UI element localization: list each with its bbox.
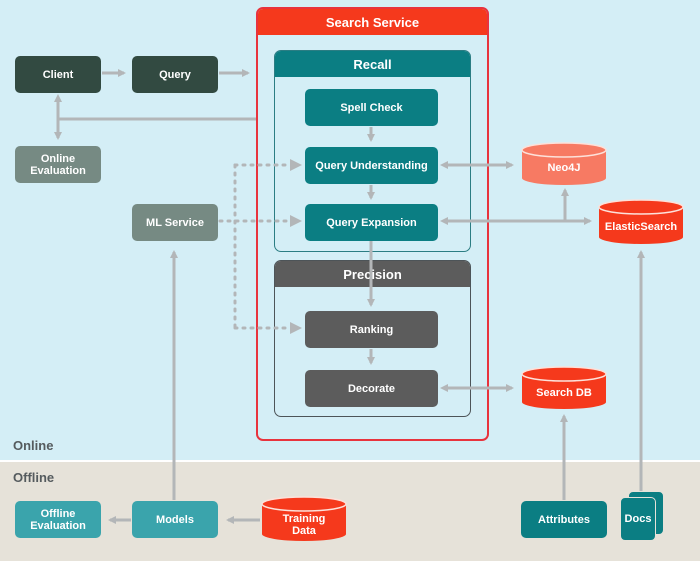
- online-zone-label: Online: [13, 438, 54, 453]
- elasticsearch-label: ElasticSearch: [604, 221, 678, 233]
- recall-title: Recall: [275, 51, 470, 77]
- client-node[interactable]: Client: [15, 56, 101, 93]
- query-node[interactable]: Query: [132, 56, 218, 93]
- docs-node[interactable]: Docs: [620, 490, 666, 544]
- online-evaluation-node[interactable]: Online Evaluation: [15, 146, 101, 183]
- search-service-title: Search Service: [258, 9, 487, 35]
- training-data-database[interactable]: Training Data: [261, 496, 347, 542]
- training-data-label: Training Data: [282, 513, 326, 537]
- search-db-database[interactable]: Search DB: [521, 366, 607, 410]
- spell-check-step[interactable]: Spell Check: [305, 89, 438, 126]
- ranking-step[interactable]: Ranking: [305, 311, 438, 348]
- query-understanding-step[interactable]: Query Understanding: [305, 147, 438, 184]
- neo4j-label: Neo4J: [547, 162, 581, 174]
- neo4j-database[interactable]: Neo4J: [521, 142, 607, 186]
- offline-zone-label: Offline: [13, 470, 55, 485]
- attributes-node[interactable]: Attributes: [521, 501, 607, 538]
- docs-label: Docs: [620, 497, 656, 541]
- query-expansion-step[interactable]: Query Expansion: [305, 204, 438, 241]
- models-node[interactable]: Models: [132, 501, 218, 538]
- offline-evaluation-node[interactable]: Offline Evaluation: [15, 501, 101, 538]
- precision-title: Precision: [275, 261, 470, 287]
- decorate-step[interactable]: Decorate: [305, 370, 438, 407]
- search-db-label: Search DB: [536, 387, 592, 399]
- elasticsearch-database[interactable]: ElasticSearch: [598, 199, 684, 245]
- ml-service-node[interactable]: ML Service: [132, 204, 218, 241]
